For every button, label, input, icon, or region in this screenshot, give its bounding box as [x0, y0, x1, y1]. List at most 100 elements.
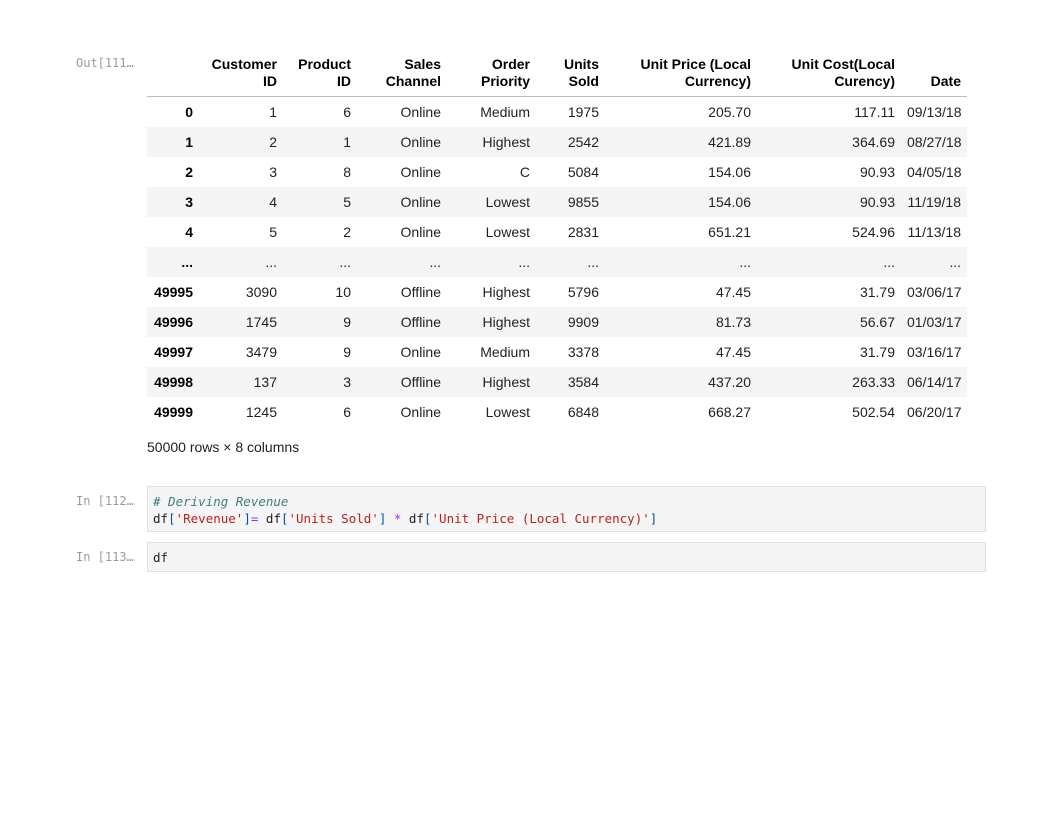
table-cell: 90.93	[757, 187, 901, 217]
table-cell: Online	[357, 187, 447, 217]
table-row: 49995 3090 10 Offline Highest 5796 47.45 31.79 0…	[147, 277, 967, 307]
table-cell: ...	[605, 247, 757, 277]
table-header-row: Customer ID Product ID Sales Channel Order Prio…	[147, 52, 967, 97]
code-cell-112[interactable]: # Deriving Revenue df['Revenue']= df['Un…	[147, 486, 986, 532]
table-cell: 9909	[536, 307, 605, 337]
table-cell: 651.21	[708, 224, 751, 240]
table-cell: Online	[400, 404, 441, 420]
code-token: 'Revenue'	[175, 511, 244, 526]
table-cell: Online	[400, 164, 441, 180]
code-token: 'Units Sold'	[288, 511, 379, 526]
column-header-line: Priority	[480, 73, 530, 89]
input-prompt-112: In [112…	[76, 494, 134, 508]
row-index: 2	[185, 164, 193, 180]
column-header: Units Sold	[536, 52, 605, 97]
table-cell: 3	[283, 367, 357, 397]
table-cell: 5796	[567, 284, 599, 300]
table-cell: 524.96	[852, 224, 895, 240]
table-cell: 3378	[567, 344, 599, 360]
table-cell: Highest	[447, 307, 536, 337]
table-cell: Highest	[482, 284, 530, 300]
table-cell: 81.73	[605, 307, 757, 337]
row-index: 1	[147, 127, 199, 157]
table-cell: 2	[343, 224, 351, 240]
table-cell: Offline	[357, 367, 447, 397]
row-index: 4	[185, 224, 193, 240]
table-body: 0 1 6 Online Medium 1975 205.70 117.11 09/13/18 1…	[147, 97, 967, 428]
code-token: [	[168, 511, 176, 526]
table-cell: 1745	[199, 307, 283, 337]
code-token: df	[408, 511, 424, 526]
table-cell: 04/05/18	[907, 164, 962, 180]
column-header-line: Unit Price (Local	[640, 56, 751, 72]
table-cell: Offline	[400, 284, 441, 300]
table-cell: 3479	[245, 344, 277, 360]
table-cell: 154.06	[708, 164, 751, 180]
table-cell: 4	[199, 187, 283, 217]
column-header-line: Order	[491, 56, 530, 72]
table-cell: 1	[283, 127, 357, 157]
table-cell: 502.54	[852, 404, 895, 420]
column-header-line: Currency)	[684, 73, 751, 89]
column-header-line: ID	[263, 73, 277, 89]
table-cell: 2	[199, 127, 283, 157]
row-index: ...	[147, 247, 199, 277]
code-token: *	[386, 511, 409, 526]
code-token: 'Unit Price (Local Currency)'	[431, 511, 650, 526]
table-cell: 3090	[245, 284, 277, 300]
row-index: 3	[147, 187, 199, 217]
code-token: ]	[649, 511, 658, 526]
table-cell: 01/03/17	[901, 307, 967, 337]
column-header-line: Sales	[404, 56, 441, 72]
table-cell: 1975	[567, 104, 599, 120]
table-cell: 117.11	[854, 104, 895, 120]
column-header-line: Customer	[211, 56, 277, 72]
table-cell: 8	[343, 164, 351, 180]
code-line: df['Revenue']= df['Units Sold'] * df['Un…	[153, 510, 980, 527]
row-index: 49998	[147, 367, 199, 397]
column-header-line: Product	[298, 56, 351, 72]
table-cell: 1245	[245, 404, 277, 420]
input-prompt-113: In [113…	[76, 550, 134, 564]
table-row: 2 3 8 Online C 5084 154.06 90.93 04/05/18	[147, 157, 967, 187]
table-cell: 1	[269, 104, 277, 120]
table-cell: 03/16/17	[907, 344, 962, 360]
table-cell: 6848	[567, 404, 599, 420]
column-header: Sales Channel	[357, 52, 447, 97]
column-header: Unit Price (Local Currency)	[605, 52, 757, 97]
code-cell-113[interactable]: df	[147, 542, 986, 572]
code-token: df	[153, 511, 169, 526]
table-row: 49998 137 3 Offline Highest 3584 437.20 263.33 0…	[147, 367, 967, 397]
column-header-line: Units	[564, 56, 599, 72]
table-cell: 5084	[567, 164, 599, 180]
row-index: 49997	[154, 344, 193, 360]
table-cell: ...	[283, 247, 357, 277]
table-cell: Medium	[480, 104, 530, 120]
table-cell: 08/27/18	[901, 127, 967, 157]
table-cell: ...	[901, 247, 967, 277]
table-cell: 03/06/17	[907, 284, 962, 300]
table-cell: ...	[357, 247, 447, 277]
table-row: 4 5 2 Online Lowest 2831 651.21 524.96 11/13/18	[147, 217, 967, 247]
table-cell: ...	[447, 247, 536, 277]
code-token: ]	[243, 511, 251, 526]
table-cell: 06/14/17	[901, 367, 967, 397]
row-index: 0	[185, 104, 193, 120]
table-cell: Online	[400, 344, 441, 360]
table-cell: 421.89	[605, 127, 757, 157]
table-cell: 5	[269, 224, 277, 240]
index-header	[147, 52, 199, 97]
dataframe-shape: 50000 rows × 8 columns	[147, 439, 300, 455]
table-cell: 2542	[536, 127, 605, 157]
table-cell: C	[519, 164, 530, 180]
table-cell: Highest	[447, 127, 536, 157]
column-header-line: ID	[337, 73, 351, 89]
table-cell: 5	[283, 187, 357, 217]
table-row: 1 2 1 Online Highest 2542 421.89 364.69 08/27/18	[147, 127, 967, 157]
table-cell: 3584	[536, 367, 605, 397]
output-prompt: Out[111…	[76, 56, 134, 70]
table-cell: Medium	[480, 344, 530, 360]
code-token: df	[258, 511, 281, 526]
row-index: 49999	[154, 404, 193, 420]
table-cell: Online	[400, 104, 441, 120]
